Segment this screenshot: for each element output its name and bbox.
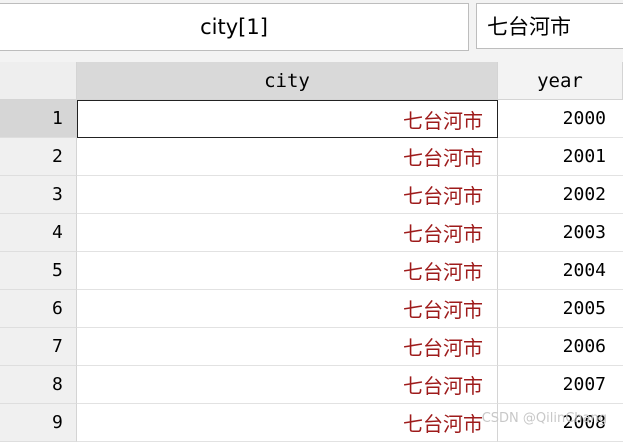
cell-year[interactable]: 2001 [498,138,623,176]
toolbar: city[1] 七台河市 [0,0,623,63]
table-row: 5 七台河市 2004 [0,252,623,290]
row-number[interactable]: 4 [0,214,77,252]
watermark: CSDN @QilinChang [481,411,607,426]
column-header-year[interactable]: year [498,62,623,100]
row-number[interactable]: 5 [0,252,77,290]
row-number[interactable]: 7 [0,328,77,366]
cell-city[interactable]: 七台河市 [77,176,498,214]
column-header-city[interactable]: city [77,62,498,100]
row-number[interactable]: 1 [0,100,77,138]
table-row: 6 七台河市 2005 [0,290,623,328]
cell-city[interactable]: 七台河市 [77,328,498,366]
row-number[interactable]: 8 [0,366,77,404]
table-row: 8 七台河市 2007 [0,366,623,404]
cell-year[interactable]: 2002 [498,176,623,214]
header-row: city year [0,62,623,100]
row-number[interactable]: 3 [0,176,77,214]
table-row: 3 七台河市 2002 [0,176,623,214]
row-number[interactable]: 2 [0,138,77,176]
row-number[interactable]: 6 [0,290,77,328]
cell-city[interactable]: 七台河市 [77,138,498,176]
table-row: 4 七台河市 2003 [0,214,623,252]
table-row: 2 七台河市 2001 [0,138,623,176]
grid-corner[interactable] [0,62,77,100]
cell-city[interactable]: 七台河市 [77,404,498,442]
cell-year[interactable]: 2000 [498,100,623,138]
cell-year[interactable]: 2003 [498,214,623,252]
cell-year[interactable]: 2006 [498,328,623,366]
cell-year[interactable]: 2005 [498,290,623,328]
cell-city[interactable]: 七台河市 [77,214,498,252]
table-row: 7 七台河市 2006 [0,328,623,366]
data-grid: city year 1 七台河市 2000 2 七台河市 2001 3 七台河市… [0,62,623,442]
cell-city[interactable]: 七台河市 [77,290,498,328]
cell-year[interactable]: 2004 [498,252,623,290]
row-number[interactable]: 9 [0,404,77,442]
table-row: 1 七台河市 2000 [0,100,623,138]
cell-value-box[interactable]: 七台河市 [476,3,623,49]
cell-year[interactable]: 2007 [498,366,623,404]
variable-name-box[interactable]: city[1] [0,3,469,51]
cell-city[interactable]: 七台河市 [77,100,498,138]
cell-city[interactable]: 七台河市 [77,366,498,404]
cell-city[interactable]: 七台河市 [77,252,498,290]
